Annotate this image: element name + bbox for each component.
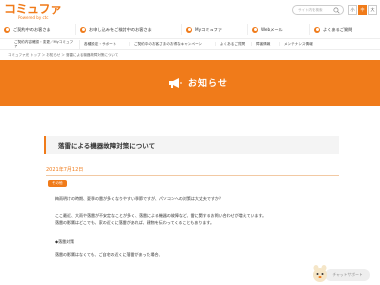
nav-label: Myコミュファ [195,26,223,32]
nav-current-customers[interactable]: ご契約中のお客さま [0,24,76,35]
person-icon [4,26,10,33]
character-icon [313,265,327,282]
nav-webmail[interactable]: Webメール [248,24,310,35]
chat-support-widget[interactable]: チャットサポート [310,265,372,285]
article-heading: 落雷による機器故障対策について [44,136,339,154]
nav-faq[interactable]: よくあるご質問 [310,24,380,35]
font-size-small-button[interactable]: 小 [348,5,357,15]
search-box[interactable]: サイト内を検索 [292,5,344,15]
subnav-settings-support[interactable]: 各種設定・サポート [80,41,130,47]
home-icon [80,26,86,33]
subnav-campaign[interactable]: ご契約中のお客さまのお得なキャンペーン [130,41,216,47]
font-size-switcher: 小 中 大 [348,5,377,15]
subnav-contract[interactable]: ご契約内容確認・変更／Myコミュファ [0,39,80,49]
article-paragraph: 梅雨明けの時期、夏季の雷が多くなりやすい季節ですが、パソコンへの対策は大丈夫です… [55,196,223,201]
nav-label: ご契約中のお客さま [13,26,51,32]
question-icon [314,26,320,33]
subnav-maintenance[interactable]: メンテナンス情報 [280,42,324,47]
font-size-large-button[interactable]: 大 [368,5,377,15]
nav-label: Webメール [261,26,283,32]
page-hero: お知らせ [0,60,380,106]
font-size-medium-button[interactable]: 中 [358,5,367,15]
subnav-faq[interactable]: よくあるご質問 [216,41,252,47]
article-date: 2021年7月12日 [46,167,84,173]
page-title: お知らせ [188,79,228,89]
nav-prospective-customers[interactable]: お申し込みをご検討中のお客さま [76,24,182,35]
nav-my-commufa[interactable]: Myコミュファ [182,24,248,35]
logo-text: コミュファ [4,2,62,16]
hero-title-group: お知らせ [168,76,228,89]
article-title: 落雷による機器故障対策について [58,142,156,150]
article-paragraph: 落雷の影響はどこでも、家の近くに落雷があれば、建物を伝わってくることもあります。 [55,220,214,225]
site-header: コミュファ Powered by ctc サイト内を検索 小 中 大 [0,0,380,22]
article-paragraph: 落雷の影響はなくても、ご自宅の近くに落雷があった場合、 [55,252,163,257]
breadcrumb[interactable]: コミュファ光 トップ ＞ お知らせ ＞ 落雷による機器故障対策について [8,53,118,58]
search-placeholder: サイト内を検索 [298,8,323,12]
nav-label: お申し込みをご検討中のお客さま [89,26,152,32]
mail-icon [252,26,258,33]
article-paragraph: ここ最近、大雨や落雷が不安定なことが多く、落雷による機器の故障など、雷に関するお… [55,213,267,218]
subnav-outage[interactable]: 障害情報 [252,41,280,47]
nav-label: よくあるご質問 [323,26,353,32]
divider [46,175,339,176]
sub-nav: ご契約内容確認・変更／Myコミュファ 各種設定・サポート ご契約中のお客さまのお… [0,38,380,50]
heart-icon [186,26,192,33]
article-subheading: ◆落雷対策 [55,239,75,244]
megaphone-icon [169,77,182,88]
search-icon[interactable] [333,7,340,14]
site-logo[interactable]: コミュファ Powered by ctc [4,3,62,20]
main-nav: ご契約中のお客さま お申し込みをご検討中のお客さま Myコミュファ Webメール… [0,24,380,35]
chat-support-label: チャットサポート [325,269,370,281]
category-badge: その他 [48,180,67,187]
